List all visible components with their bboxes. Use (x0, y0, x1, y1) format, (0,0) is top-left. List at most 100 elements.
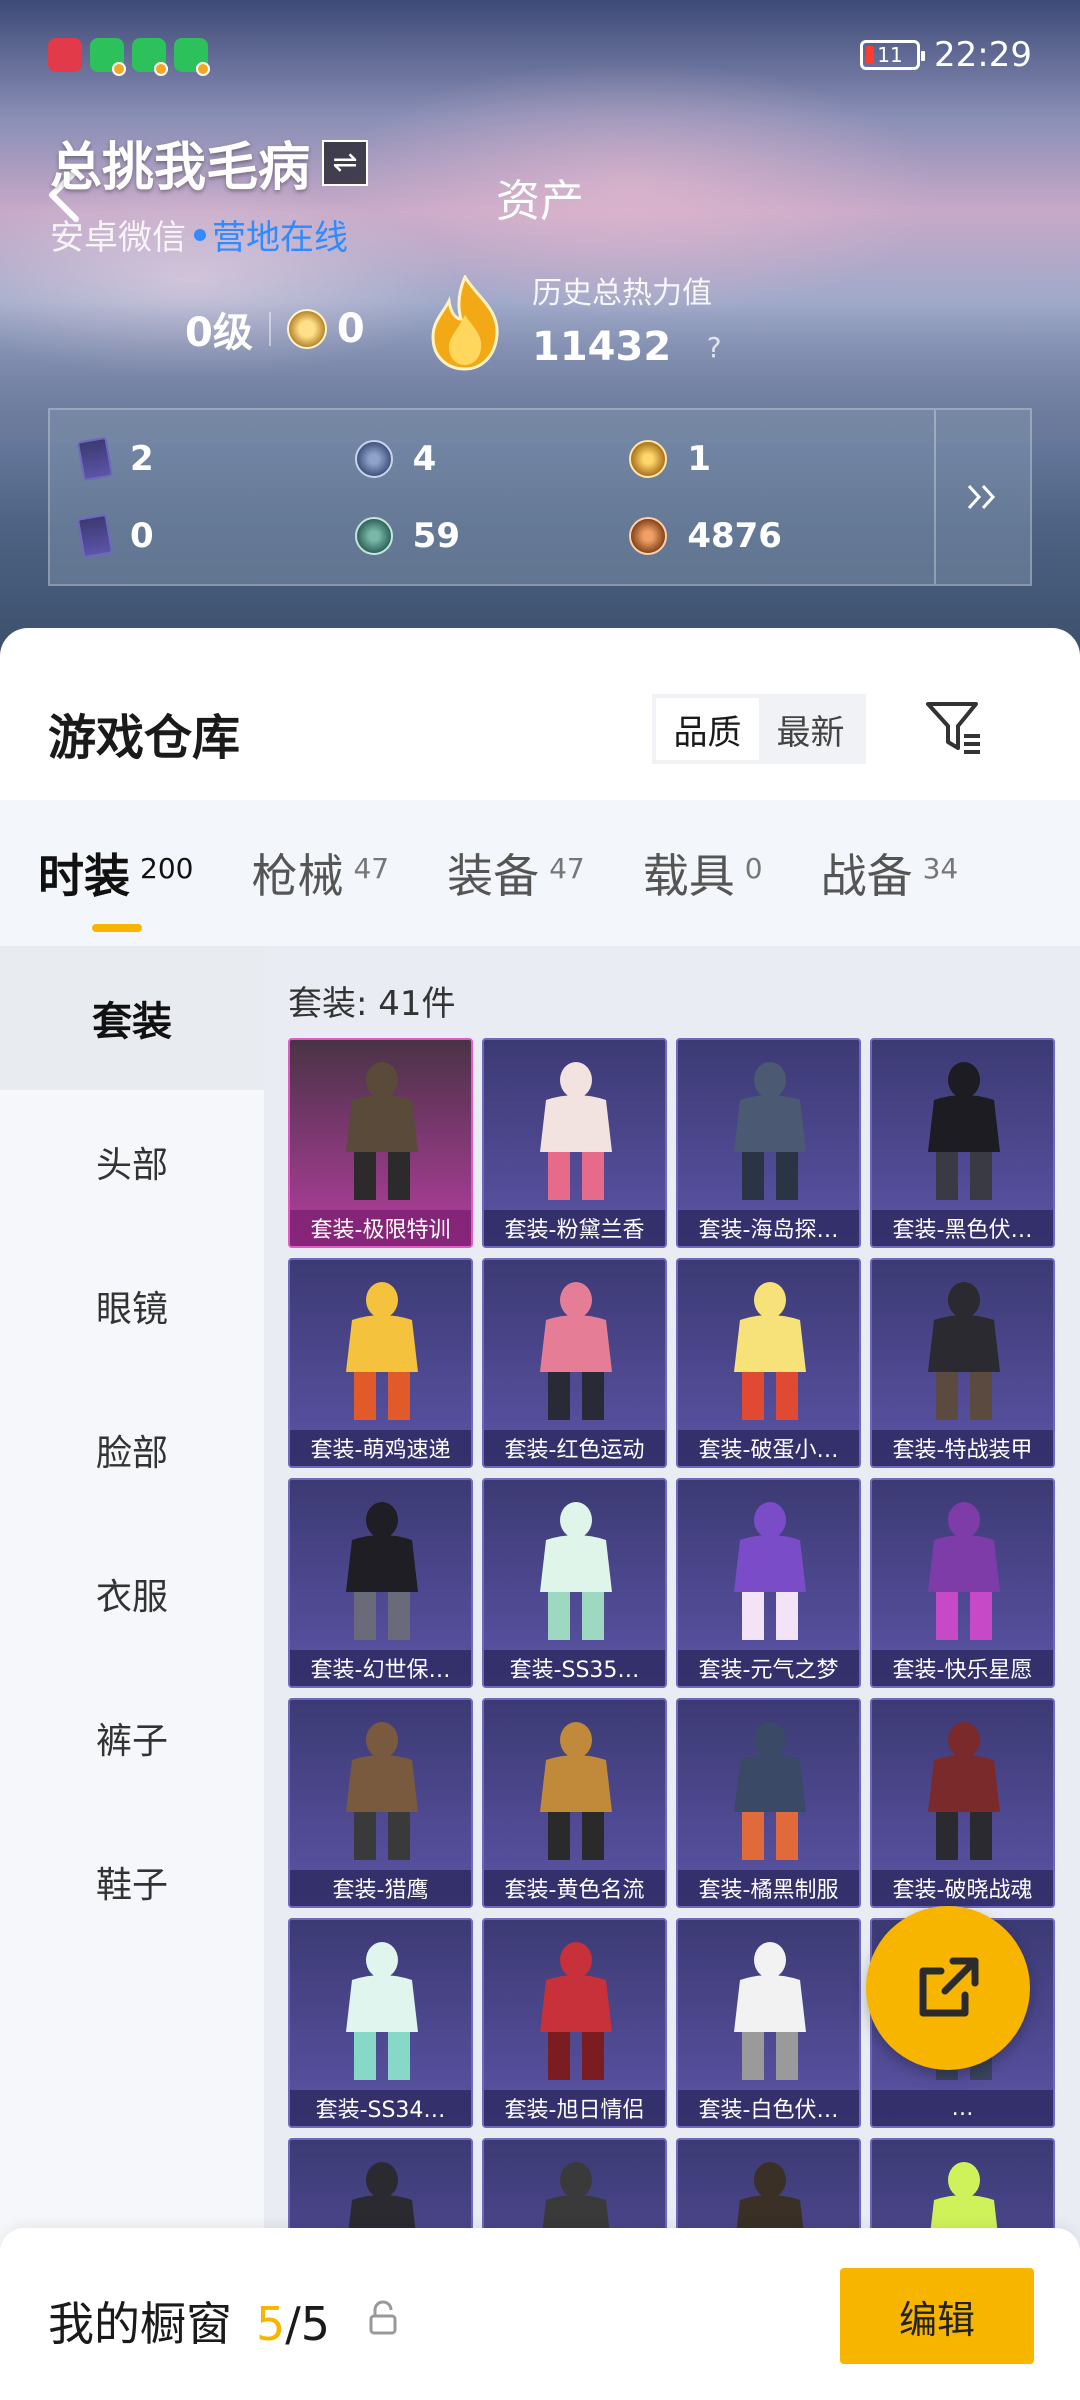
outfit-card[interactable]: 套装-红色运动 (482, 1258, 667, 1468)
sidebar-item-sets[interactable]: 套装 (0, 946, 264, 1090)
tab-count: 34 (922, 852, 959, 885)
outfit-card[interactable]: 套装-萌鸡速递 (288, 1258, 473, 1468)
sidebar-item-pants[interactable]: 裤子 (0, 1666, 264, 1810)
outfit-card[interactable]: 套装-破蛋小… (676, 1258, 861, 1468)
sort-toggle: 品质 最新 (652, 694, 866, 764)
help-icon[interactable]: ? (699, 331, 729, 364)
outfit-thumbnail (346, 1282, 418, 1420)
currency-item[interactable]: 0 (76, 497, 355, 574)
filter-icon[interactable] (924, 698, 984, 758)
currency-value: 2 (130, 438, 154, 479)
online-dot-icon (194, 228, 206, 241)
outfit-card[interactable]: 套装-橘黑制服 (676, 1698, 861, 1908)
outfit-name: 套装-快乐星愿 (872, 1650, 1053, 1686)
outfit-thumbnail (734, 1722, 806, 1860)
outfit-card[interactable]: 套装-SS35… (482, 1478, 667, 1688)
outfit-card[interactable]: 套装-破晓战魂 (870, 1698, 1055, 1908)
divider (268, 312, 271, 346)
status-bar: 11 22:29 (48, 30, 1032, 80)
outfit-name: 套装-猎鹰 (290, 1870, 471, 1906)
player-level: 0级 (185, 310, 253, 356)
outfit-card[interactable]: 套装-SS34… (288, 1918, 473, 2128)
tab-count: 47 (549, 852, 585, 885)
outfit-card[interactable]: 套装-海岛探… (676, 1038, 861, 1248)
outfit-card[interactable]: 套装-旭日情侣 (482, 1918, 667, 2128)
outfit-thumbnail (540, 1722, 612, 1860)
showcase-label: 我的橱窗 (48, 2297, 232, 2351)
sort-option-latest[interactable]: 最新 (759, 698, 862, 760)
outfit-thumbnail (928, 1062, 1000, 1200)
unlock-icon (369, 2300, 397, 2335)
page-title: 资产 (496, 176, 584, 227)
outfit-card[interactable]: 套装-白色伏… (676, 1918, 861, 2128)
outfit-name: 套装-白色伏… (678, 2090, 859, 2126)
outfit-card[interactable]: 套装-元气之梦 (676, 1478, 861, 1688)
tab-battle-gear[interactable]: 战备 34 (821, 840, 959, 906)
notification-icons (48, 38, 210, 76)
currency-value: 0 (130, 515, 154, 556)
outfit-thumbnail (928, 1722, 1000, 1860)
outfit-thumbnail (346, 1502, 418, 1640)
currency-item[interactable]: 59 (354, 497, 630, 574)
currency-item[interactable]: 4 (354, 420, 630, 497)
tab-equipment[interactable]: 装备 47 (447, 840, 585, 906)
profile-hero: 11 22:29 总挑我毛病 ⇌ 安卓微信 营地在线 资产 0级 0 历史总热力… (0, 0, 1080, 660)
outfit-name: 套装-黑色伏… (872, 1210, 1053, 1246)
tab-outfit[interactable]: 时装 200 (38, 840, 194, 932)
currency-value: 4876 (687, 515, 782, 556)
category-tabs: 时装 200 枪械 47 装备 47 载具 0 战备 34 (0, 800, 1080, 946)
outfit-card[interactable]: 套装-黑色伏… (870, 1038, 1055, 1248)
wechat-icon (174, 38, 210, 76)
outfit-card[interactable]: 套装-猎鹰 (288, 1698, 473, 1908)
share-button[interactable] (866, 1906, 1030, 2070)
currency-item[interactable]: 1 (629, 420, 904, 497)
sort-option-quality[interactable]: 品质 (656, 698, 759, 760)
outfit-name: 套装-黄色名流 (484, 1870, 665, 1906)
outfit-card[interactable]: 套装-幻世保… (288, 1478, 473, 1688)
currency-item[interactable]: 4876 (629, 497, 904, 574)
outfit-thumbnail (346, 1722, 418, 1860)
item-grid: 套装-极限特训 套装-粉黛兰香 套装-海岛探… 套装-黑色伏… 套装-萌鸡速递 套装-红色… (288, 1038, 1055, 2348)
sidebar-item-glasses[interactable]: 眼镜 (0, 1234, 264, 1378)
outfit-name: 套装-海岛探… (678, 1210, 859, 1246)
level-row: 0级 0 (185, 300, 365, 358)
tab-label: 时装 (38, 849, 130, 903)
outfit-name: 套装-幻世保… (290, 1650, 471, 1686)
sidebar-item-clothes[interactable]: 衣服 (0, 1522, 264, 1666)
battery-level: 11 (877, 43, 903, 67)
outfit-card[interactable]: 套装-极限特训 (288, 1038, 473, 1248)
outfit-card[interactable]: 套装-快乐星愿 (870, 1478, 1055, 1688)
sidebar-item-head[interactable]: 头部 (0, 1090, 264, 1234)
outfit-card[interactable]: 套装-黄色名流 (482, 1698, 667, 1908)
wechat-icon (132, 38, 168, 76)
tab-weapons[interactable]: 枪械 47 (251, 840, 389, 906)
currency-value: 4 (412, 438, 437, 479)
copper-coin-icon (629, 516, 668, 555)
outfit-name: 套装-萌鸡速递 (290, 1430, 471, 1466)
heat-value: 11432 (532, 324, 672, 370)
expand-currencies-button[interactable] (934, 410, 1030, 584)
outfit-thumbnail (540, 1282, 612, 1420)
battery-icon: 11 (860, 40, 926, 70)
tab-count: 47 (353, 852, 390, 885)
outfit-card[interactable]: 套装-粉黛兰香 (482, 1038, 667, 1248)
outfit-name: 套装-橘黑制服 (678, 1870, 859, 1906)
share-icon (919, 1957, 979, 2017)
double-chevron-right-icon (967, 484, 996, 510)
edit-button[interactable]: 编辑 (840, 2268, 1034, 2364)
outfit-name: 套装-元气之梦 (678, 1650, 859, 1686)
currency-item[interactable]: 2 (76, 420, 355, 497)
outfit-name: 套装-红色运动 (484, 1430, 665, 1466)
outfit-name: 套装-特战装甲 (872, 1430, 1053, 1466)
flame-icon (431, 275, 499, 371)
outfit-card[interactable]: 套装-特战装甲 (870, 1258, 1055, 1468)
tab-vehicles[interactable]: 载具 0 (643, 840, 763, 906)
outfit-name: 套装-粉黛兰香 (484, 1210, 665, 1246)
sidebar-item-face[interactable]: 脸部 (0, 1378, 264, 1522)
wechat-icon (90, 38, 126, 76)
outfit-thumbnail (346, 1942, 418, 2080)
outfit-thumbnail (734, 1502, 806, 1640)
green-card-icon (76, 513, 114, 558)
tab-count: 200 (140, 852, 194, 885)
sidebar-item-shoes[interactable]: 鞋子 (0, 1810, 264, 1954)
